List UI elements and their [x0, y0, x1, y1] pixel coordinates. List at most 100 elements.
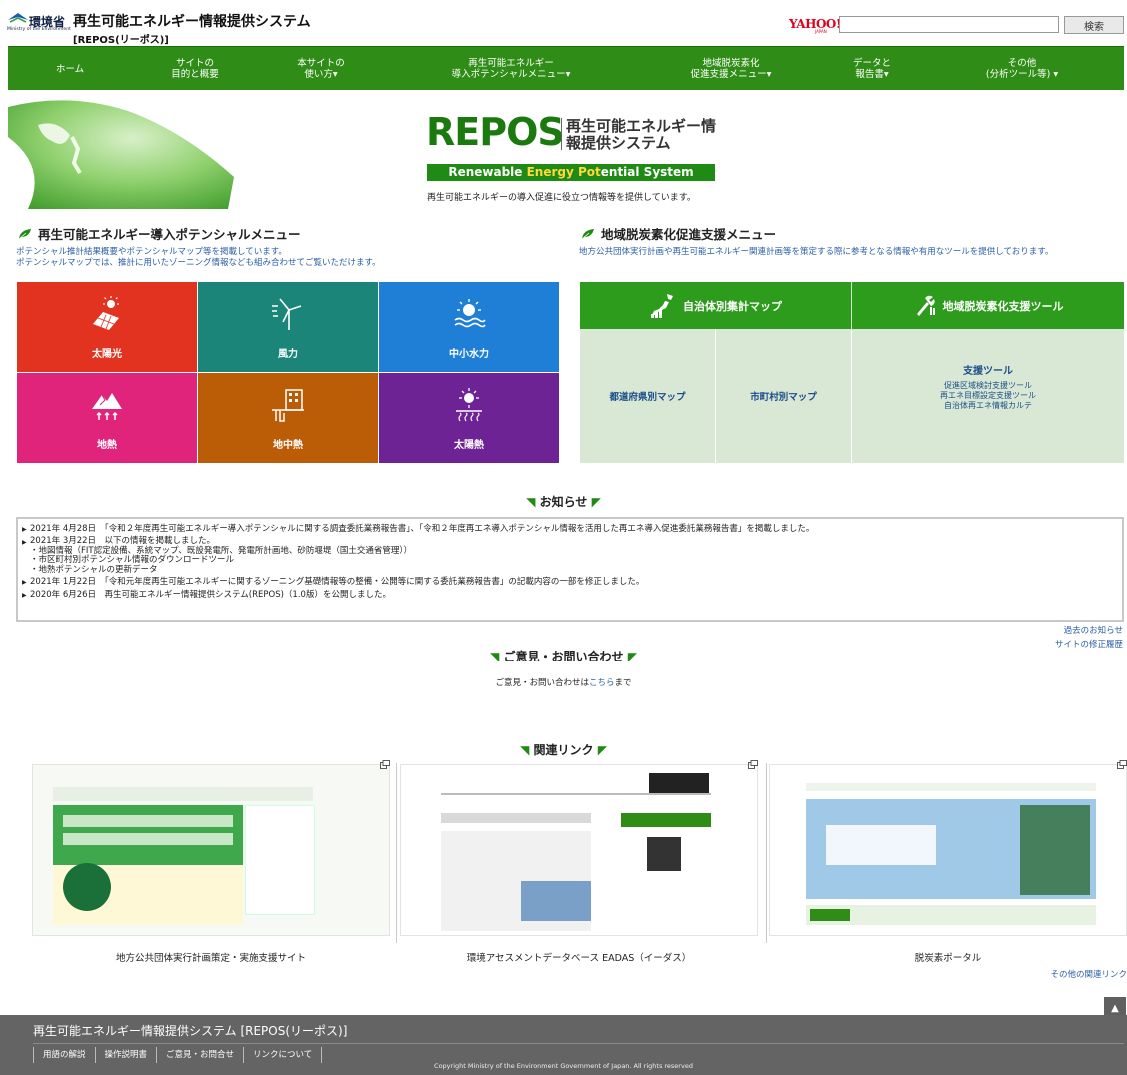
link-card-eadas[interactable]: 環境アセスメントデータベース EADAS（イーダス）	[400, 760, 758, 965]
site-subtitle: [REPOS(リーポス)]	[73, 35, 169, 46]
thumb-news-panel	[245, 805, 315, 915]
thumb-qr-code	[647, 837, 681, 871]
decarb-desc: 地方公共団体実行計画や再生可能エネルギー関連計画等を策定する際に参考となる情報や…	[579, 247, 1054, 257]
search-button[interactable]: 検索	[1064, 16, 1124, 34]
wind-turbine-icon	[272, 298, 302, 330]
contact-heading: ◥ ご意見・お問い合わせ ◤	[0, 648, 1127, 661]
globe-image	[8, 97, 234, 209]
leaf-icon	[18, 228, 31, 239]
link-card-caption: 脱炭素ポータル	[914, 953, 982, 964]
tile-solar-heat[interactable]: 太陽熱	[379, 373, 559, 463]
thumb-photo	[521, 881, 591, 921]
band-ential-system: ential System	[600, 165, 694, 179]
nav-data-reports[interactable]: データと 報告書▾	[824, 47, 920, 91]
tool-icon	[916, 295, 935, 316]
nav-home[interactable]: ホーム	[8, 47, 132, 91]
tile-ground-heat-label: 地中熱	[273, 440, 303, 451]
link-card-caption: 地方公共団体実行計画策定・実施支援サイト	[115, 953, 306, 964]
notice-item: ▶ 2021年 3月22日 以下の情報を掲載しました。 ・地図情報（FIT認定設備…	[22, 536, 1118, 575]
notice-text: 2020年 6月26日 再生可能エネルギー情報提供システム(REPOS)（1.0…	[30, 590, 391, 600]
notice-heading-text: お知らせ	[539, 495, 588, 509]
footer-link-manual[interactable]: 操作説明書	[96, 1047, 158, 1063]
divider	[396, 763, 397, 943]
solar-panel-icon	[93, 296, 119, 330]
notice-heading: ◥ お知らせ ◤	[0, 493, 1127, 510]
notice-text: 2021年 3月22日 以下の情報を掲載しました。 ・地図情報（FIT認定設備、…	[30, 536, 413, 575]
ministry-logo[interactable]: 環境省 Ministry of the Environment	[7, 12, 71, 36]
repos-tagline-band: Renewable Energy Potential System	[427, 164, 715, 181]
notice-item: ▶ 2020年 6月26日 再生可能エネルギー情報提供システム(REPOS)（1.…	[22, 590, 1118, 601]
tool-target-setting: 再エネ目標設定支援ツール	[940, 391, 1036, 400]
repos-logo: REPOS	[426, 110, 565, 154]
municipal-map-title: 自治体別集計マップ	[683, 299, 782, 313]
thumb-eadas-logo	[649, 773, 709, 793]
nav-potential-menu[interactable]: 再生可能エネルギー 導入ポテンシャルメニュー▾	[384, 47, 638, 91]
tile-geothermal[interactable]: 地熱	[17, 373, 197, 463]
external-link-icon	[748, 760, 758, 769]
potential-heading-text: 再生可能エネルギー導入ポテンシャルメニュー	[38, 227, 301, 242]
repos-divider	[561, 118, 562, 150]
past-notices-link[interactable]: 過去のお知らせ	[1064, 624, 1123, 636]
search-input[interactable]	[839, 16, 1059, 33]
tile-hydro[interactable]: 中小水力	[379, 282, 559, 372]
local-gov-site-thumbnail	[32, 764, 390, 936]
thumb-hero-side-panel	[1020, 805, 1090, 895]
thumb-nav	[53, 787, 313, 801]
city-map-link[interactable]: 市町村別マップ	[716, 329, 851, 463]
contact-link[interactable]: こちら	[589, 678, 615, 688]
leaf-icon: ◥	[526, 495, 536, 509]
tile-wind[interactable]: 風力	[198, 282, 378, 372]
notice-item: ▶ 2021年 1月22日 「令和元年度再生可能エネルギーに関するゾーニング基礎情…	[22, 577, 1118, 588]
notice-text: 2021年 1月22日 「令和元年度再生可能エネルギーに関するゾーニング基礎情報…	[30, 577, 645, 587]
decarb-heading: 地域脱炭素化促進支援メニュー	[581, 224, 776, 243]
municipal-map-header[interactable]: 自治体別集計マップ	[580, 282, 851, 329]
potential-grid: 太陽光 風力 中小水力 地熱 地中熱 太陽熱	[17, 282, 559, 463]
geothermal-icon	[92, 393, 122, 420]
notice-item: ▶ 2021年 4月28日 「令和２年度再生可能エネルギー導入ポテンシャルに関する…	[22, 524, 1118, 535]
nav-other-tools[interactable]: その他 (分析ツール等) ▾	[920, 47, 1124, 91]
tile-solar-label: 太陽光	[92, 349, 122, 360]
other-links-link[interactable]: その他の関連リンク	[1050, 968, 1127, 980]
main-nav: ホーム サイトの 目的と概要 本サイトの 使い方▾ 再生可能エネルギー 導入ポテ…	[8, 46, 1124, 90]
tile-ground-heat[interactable]: 地中熱	[198, 373, 378, 463]
divider	[766, 763, 767, 943]
leaf-icon: ◤	[597, 743, 607, 757]
prefecture-map-link[interactable]: 都道府県別マップ	[580, 329, 715, 463]
yahoo-japan-label: JAPAN	[815, 29, 827, 34]
support-tools-list[interactable]: 支援ツール 促進区域検討支援ツール 再エネ目標設定支援ツール 自治体再エネ情報カ…	[852, 362, 1124, 411]
link-card-local-gov[interactable]: 地方公共団体実行計画策定・実施支援サイト	[32, 760, 390, 965]
potential-heading: 再生可能エネルギー導入ポテンシャルメニュー	[18, 224, 301, 243]
link-card-decarb-portal[interactable]: 脱炭素ポータル	[769, 760, 1127, 965]
solar-heat-icon	[456, 388, 482, 422]
leaf-icon: ◤	[627, 650, 637, 661]
tile-hydro-label: 中小水力	[449, 349, 489, 360]
ministry-mark-icon	[8, 13, 28, 23]
notice-text: 2021年 4月28日 「令和２年度再生可能エネルギー導入ポテンシャルに関する調…	[30, 524, 815, 534]
repos-title: 再生可能エネルギー情報提供システム	[566, 117, 717, 152]
footer-link-about-links[interactable]: リンクについて	[244, 1047, 323, 1063]
copyright: Copyright Ministry of the Environment Go…	[434, 1062, 693, 1070]
thumb-banner-row-2	[63, 833, 233, 845]
tile-solar[interactable]: 太陽光	[17, 282, 197, 372]
leaf-icon: ◤	[591, 495, 601, 509]
footer-divider	[33, 1043, 1124, 1044]
thumb-circle	[63, 863, 111, 911]
band-pot: Pot	[577, 165, 601, 179]
potential-desc-2: ポテンシャルマップでは、推計に用いたゾーニング情報なども組み合わせてご覧いただけ…	[16, 258, 381, 268]
footer-link-glossary[interactable]: 用語の解説	[33, 1047, 96, 1063]
tile-wind-label: 風力	[278, 349, 298, 360]
bullet-icon: ▶	[22, 579, 27, 586]
nav-howto[interactable]: 本サイトの 使い方▾	[258, 47, 384, 91]
leaf-icon: ◥	[490, 650, 500, 661]
nav-about[interactable]: サイトの 目的と概要	[132, 47, 258, 91]
nav-decarb-menu[interactable]: 地域脱炭素化 促進支援メニュー▾	[638, 47, 824, 91]
thumb-nav	[806, 783, 1096, 791]
decarb-portal-thumbnail	[769, 764, 1127, 936]
thumb-tab	[441, 813, 591, 823]
support-tool-header[interactable]: 地域脱炭素化支援ツール	[852, 282, 1124, 329]
thumb-hero-caption	[826, 825, 936, 865]
hero-tagline: 再生可能エネルギーの導入促進に役立つ情報等を提供しています。	[427, 193, 696, 203]
tool-karte: 自治体再エネ情報カルテ	[944, 401, 1032, 410]
site-title[interactable]: 再生可能エネルギー情報提供システム	[73, 14, 311, 30]
footer-link-contact[interactable]: ご意見・お問合せ	[157, 1047, 245, 1063]
